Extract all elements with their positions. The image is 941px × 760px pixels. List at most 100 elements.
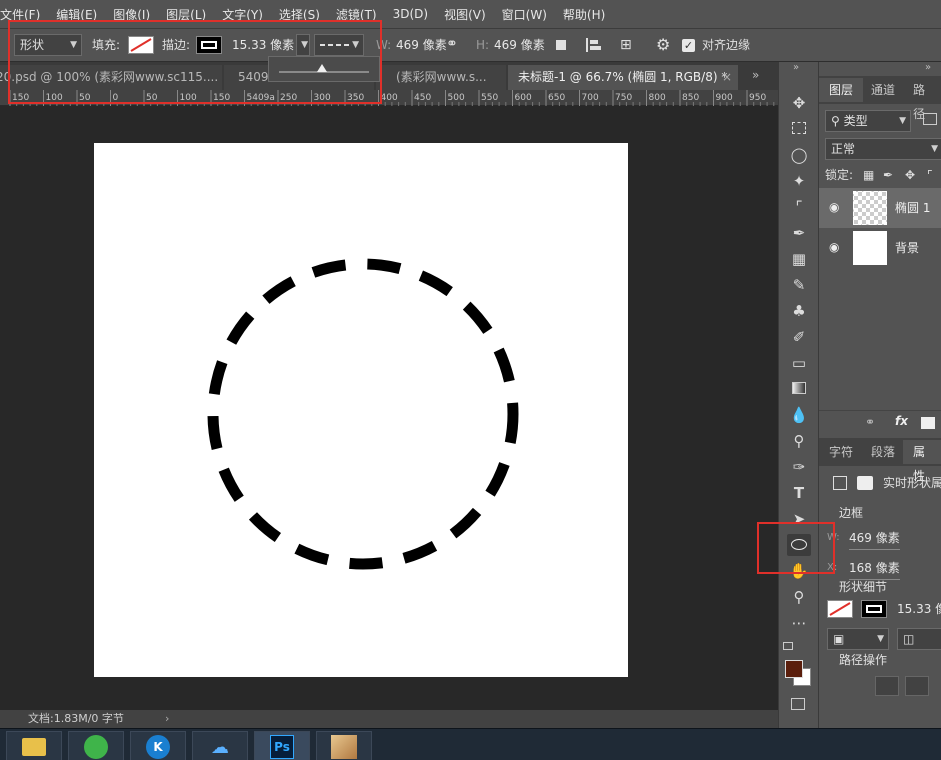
kugou-icon[interactable]: K	[130, 731, 186, 760]
lock-position-icon[interactable]: ✥	[905, 164, 915, 186]
swap-colors-icon[interactable]	[783, 642, 793, 650]
tab-doc-3[interactable]: (素彩网www.s...	[376, 65, 506, 90]
more-tabs-icon[interactable]: »	[752, 68, 759, 82]
close-icon[interactable]: ×	[722, 65, 732, 89]
fill-swatch[interactable]	[128, 36, 154, 54]
foreground-color-swatch[interactable]	[785, 660, 803, 678]
pen-tool-icon[interactable]: ✑	[787, 456, 811, 478]
path-ops-label[interactable]: 路径操作	[839, 649, 887, 671]
menu-layer[interactable]: 图层(L)	[158, 6, 214, 23]
tab-paths[interactable]: 路径	[903, 78, 941, 121]
photoshop-icon[interactable]: Ps	[254, 731, 310, 760]
more-tools-icon[interactable]: ⋯	[787, 612, 811, 634]
status-bar: 文档:1.83M/0 字节 ›	[0, 710, 778, 728]
layer-row-background[interactable]: ◉ 背景	[819, 228, 941, 268]
link-layers-icon[interactable]: ⚭	[865, 415, 875, 429]
gear-icon[interactable]: ⚙	[656, 35, 670, 55]
brush-tool-icon[interactable]: ✎	[787, 274, 811, 296]
menu-edit[interactable]: 编辑(E)	[48, 6, 105, 23]
menu-3d[interactable]: 3D(D)	[385, 7, 436, 21]
lock-pixels-icon[interactable]: ✒	[883, 164, 893, 186]
height-value[interactable]: 469 像素	[494, 34, 545, 56]
eyedropper-tool-icon[interactable]: ✒	[787, 222, 811, 244]
layer-filter-dropdown[interactable]: ⚲ 类型 ▼	[825, 110, 911, 132]
layer-row-ellipse[interactable]: ◉ 椭圆 1	[819, 188, 941, 228]
bounds-w-value[interactable]: 469 像素	[849, 527, 900, 550]
image-filter-icon[interactable]	[923, 113, 937, 125]
menu-window[interactable]: 窗口(W)	[494, 6, 555, 23]
file-explorer-icon[interactable]	[6, 731, 62, 760]
stroke-swatch[interactable]	[196, 36, 222, 54]
menu-help[interactable]: 帮助(H)	[555, 6, 613, 23]
lasso-tool-icon[interactable]: ◯	[787, 144, 811, 166]
eraser-tool-icon[interactable]: ▭	[787, 352, 811, 374]
menu-filter[interactable]: 滤镜(T)	[328, 6, 385, 23]
stroke-align-dropdown[interactable]: ▣ ▼	[827, 628, 889, 650]
browser-icon[interactable]	[68, 731, 124, 760]
combine-shapes-icon[interactable]	[875, 676, 899, 696]
props-stroke-swatch[interactable]	[861, 600, 887, 618]
document-canvas[interactable]	[94, 143, 628, 677]
stroke-width-dropdown[interactable]: ▼	[296, 34, 310, 56]
tab-doc-active[interactable]: 未标题-1 @ 66.7% (椭圆 1, RGB/8) * ×	[508, 65, 738, 90]
marquee-tool-icon[interactable]	[787, 118, 811, 140]
props-fill-swatch[interactable]	[827, 600, 853, 618]
move-tool-icon[interactable]: ✥	[787, 92, 811, 114]
bounds-section-label[interactable]: 边框	[839, 502, 863, 524]
menu-type[interactable]: 文字(Y)	[214, 6, 271, 23]
image-viewer-icon[interactable]	[316, 731, 372, 760]
props-stroke-width[interactable]: 15.33 像素	[897, 598, 941, 620]
shape-details-label[interactable]: 形状细节	[839, 576, 887, 598]
slider-handle[interactable]	[317, 64, 327, 72]
tab-character[interactable]: 字符	[819, 440, 863, 464]
tab-layers[interactable]: 图层	[819, 78, 864, 102]
width-value[interactable]: 469 像素	[396, 34, 447, 56]
blend-mode-dropdown[interactable]: 正常 ▼	[825, 138, 941, 160]
hand-tool-icon[interactable]: ✋	[787, 560, 811, 582]
stroke-cap-dropdown[interactable]: ◫	[897, 628, 941, 650]
add-mask-icon[interactable]	[921, 417, 935, 429]
tab-doc-1[interactable]: 20.psd @ 100% (素彩网www.sc115....	[0, 65, 222, 90]
ellipse-tool-icon[interactable]	[787, 534, 811, 556]
gradient-tool-icon[interactable]	[787, 378, 811, 400]
crop-tool-icon[interactable]: ⌜	[787, 196, 811, 218]
align-edges-checkbox[interactable]: ✓	[682, 39, 695, 52]
magic-wand-tool-icon[interactable]: ✦	[787, 170, 811, 192]
menu-view[interactable]: 视图(V)	[436, 6, 494, 23]
stroke-style-dropdown[interactable]: ▼	[314, 34, 364, 56]
dodge-tool-icon[interactable]: ⚲	[787, 430, 811, 452]
chevron-down-icon: ▼	[877, 634, 884, 644]
cloud-icon[interactable]: ☁	[192, 731, 248, 760]
stroke-width-value[interactable]: 15.33 像素	[232, 34, 294, 56]
menu-select[interactable]: 选择(S)	[271, 6, 328, 23]
link-icon[interactable]: ⚭	[446, 33, 458, 55]
tool-mode-dropdown[interactable]: 形状 ▼	[14, 34, 82, 56]
eye-icon[interactable]: ◉	[829, 240, 839, 254]
layers-footer: ⚭ fx	[819, 410, 941, 434]
collapse-icon[interactable]: »	[793, 62, 799, 73]
zoom-tool-icon[interactable]: ⚲	[787, 586, 811, 608]
tab-properties[interactable]: 属性	[903, 440, 941, 483]
quick-mask-icon[interactable]	[791, 698, 805, 710]
fx-icon[interactable]: fx	[895, 414, 908, 428]
path-operations-icon[interactable]	[556, 40, 566, 50]
subtract-shapes-icon[interactable]	[905, 676, 929, 696]
type-tool-icon[interactable]: T	[787, 482, 811, 504]
history-brush-tool-icon[interactable]: ✐	[787, 326, 811, 348]
path-alignment-icon[interactable]	[586, 38, 601, 52]
path-arrangement-icon[interactable]: ⊞	[620, 37, 636, 53]
tab-channels[interactable]: 通道	[861, 78, 905, 102]
lock-transparent-icon[interactable]: ▦	[863, 164, 874, 186]
tab-paragraph[interactable]: 段落	[861, 440, 905, 464]
chevron-right-icon[interactable]: ›	[165, 710, 169, 728]
menu-image[interactable]: 图像(I)	[105, 6, 158, 23]
collapse-panels-icon[interactable]: »	[925, 62, 931, 73]
clone-stamp-tool-icon[interactable]: ♣	[787, 300, 811, 322]
healing-brush-tool-icon[interactable]: ▦	[787, 248, 811, 270]
eye-icon[interactable]: ◉	[829, 200, 839, 214]
ellipse-shape[interactable]	[94, 143, 628, 677]
menu-file[interactable]: 文件(F)	[0, 6, 48, 23]
path-selection-tool-icon[interactable]: ➤	[787, 508, 811, 530]
blur-tool-icon[interactable]: 💧	[787, 404, 811, 426]
lock-artboard-icon[interactable]: ⌜	[927, 164, 933, 186]
